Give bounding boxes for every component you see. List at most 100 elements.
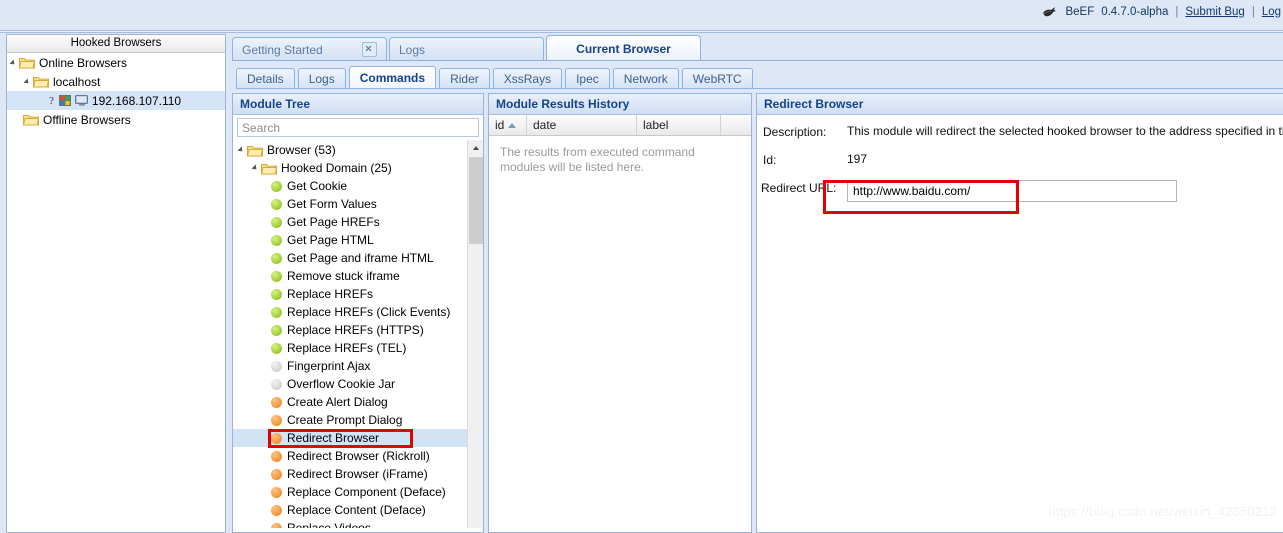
module-detail-body: Description: This module will redirect t… (757, 115, 1283, 202)
module-item-label: Replace HREFs (Click Events) (287, 305, 451, 319)
module-item-redirect-browser-iframe[interactable]: Redirect Browser (iFrame) (233, 465, 483, 483)
tab-webrtc[interactable]: WebRTC (681, 68, 753, 89)
detail-row-redirect-url: Redirect URL: (761, 180, 1283, 202)
module-item-create-alert-dialog[interactable]: Create Alert Dialog (233, 393, 483, 411)
expand-arrow-icon[interactable] (23, 77, 31, 86)
module-item-label: Overflow Cookie Jar (287, 377, 396, 391)
module-group-browser[interactable]: Browser (53) (233, 141, 483, 159)
module-item-label: Get Page HREFs (287, 215, 380, 229)
column-header-date[interactable]: date (527, 115, 637, 135)
module-item-replace-videos[interactable]: Replace Videos (233, 519, 483, 528)
module-group-label: Hooked Domain (25) (281, 161, 392, 175)
monitor-icon (74, 94, 89, 107)
beef-application-window: BeEF 0.4.7.0-alpha | Submit Bug | Log Ho… (0, 0, 1283, 533)
beef-logo-icon (1041, 4, 1058, 19)
tab-logs[interactable]: Logs (389, 37, 544, 61)
search-input[interactable] (237, 118, 479, 137)
module-item-redirect-browser-rickroll[interactable]: Redirect Browser (Rickroll) (233, 447, 483, 465)
sidebar-item-offline-browsers[interactable]: Offline Browsers (7, 110, 225, 129)
id-label: Id: (763, 153, 777, 167)
module-item-get-page-html[interactable]: Get Page HTML (233, 231, 483, 249)
status-dot-grey-icon (271, 360, 282, 372)
column-header-spacer (721, 115, 751, 135)
module-item-label: Get Form Values (287, 197, 377, 211)
status-dot-green-icon (271, 342, 282, 354)
expand-arrow-icon[interactable] (9, 58, 17, 67)
tab-label: Commands (359, 71, 426, 85)
module-item-get-page-hrefs[interactable]: Get Page HREFs (233, 213, 483, 231)
module-group-label: Browser (53) (267, 143, 336, 157)
module-item-fingerprint-ajax[interactable]: Fingerprint Ajax (233, 357, 483, 375)
module-group-hooked-domain[interactable]: Hooked Domain (25) (233, 159, 483, 177)
sort-ascending-icon (508, 122, 517, 128)
primary-tab-underline (232, 60, 1283, 61)
sidebar-item-localhost[interactable]: localhost (7, 72, 225, 91)
sidebar-item-online-browsers[interactable]: Online Browsers (7, 53, 225, 72)
tab-ipec[interactable]: Ipec (565, 68, 610, 89)
tab-label: Current Browser (576, 41, 671, 56)
module-tree-title: Module Tree (233, 94, 483, 115)
module-search-container (233, 115, 483, 140)
tab-label: WebRTC (692, 72, 742, 86)
tab-label: Logs (399, 42, 426, 57)
tab-logs-inner[interactable]: Logs (297, 68, 346, 89)
module-item-replace-hrefs-click-events[interactable]: Replace HREFs (Click Events) (233, 303, 483, 321)
module-item-replace-component-deface[interactable]: Replace Component (Deface) (233, 483, 483, 501)
module-item-overflow-cookie-jar[interactable]: Overflow Cookie Jar (233, 375, 483, 393)
column-label: date (533, 118, 557, 132)
module-tree-scrollbar[interactable] (467, 140, 483, 528)
tab-current-browser[interactable]: Current Browser (546, 35, 701, 61)
results-grid-header: id date label (489, 115, 751, 136)
status-dot-green-icon (271, 252, 282, 264)
module-item-label: Create Prompt Dialog (287, 413, 403, 427)
module-item-replace-hrefs-https[interactable]: Replace HREFs (HTTPS) (233, 321, 483, 339)
module-item-get-form-values[interactable]: Get Form Values (233, 195, 483, 213)
column-header-label[interactable]: label (637, 115, 721, 135)
module-item-redirect-browser[interactable]: Redirect Browser (233, 429, 483, 447)
close-icon[interactable] (362, 42, 377, 57)
chevron-up-icon[interactable] (468, 140, 483, 156)
unknown-browser-icon: ? (49, 94, 54, 107)
module-item-remove-stuck-iframe[interactable]: Remove stuck iframe (233, 267, 483, 285)
module-item-get-cookie[interactable]: Get Cookie (233, 177, 483, 195)
tab-rider[interactable]: Rider (439, 68, 490, 89)
column-label: label (643, 118, 669, 132)
module-item-label: Replace Videos (287, 521, 371, 528)
tab-label: Network (623, 72, 668, 86)
folder-icon (261, 162, 277, 175)
tab-label: Details (247, 72, 284, 86)
header-divider (0, 30, 1283, 33)
tab-xssrays[interactable]: XssRays (492, 68, 563, 89)
expand-arrow-icon[interactable] (251, 164, 259, 172)
header-separator-2: | (1251, 5, 1255, 18)
logout-link[interactable]: Log (1262, 6, 1281, 18)
column-header-id[interactable]: id (489, 115, 527, 135)
module-item-replace-hrefs-tel[interactable]: Replace HREFs (TEL) (233, 339, 483, 357)
module-item-replace-content-deface[interactable]: Replace Content (Deface) (233, 501, 483, 519)
status-dot-orange-icon (271, 450, 282, 462)
tab-network[interactable]: Network (612, 68, 679, 89)
module-item-create-prompt-dialog[interactable]: Create Prompt Dialog (233, 411, 483, 429)
folder-icon (247, 144, 263, 157)
module-item-label: Get Cookie (287, 179, 348, 193)
module-item-label: Get Page and iframe HTML (287, 251, 434, 265)
status-dot-orange-icon (271, 504, 282, 516)
tab-label: XssRays (503, 72, 552, 86)
tab-commands[interactable]: Commands (348, 66, 437, 89)
redirect-url-input[interactable] (847, 180, 1177, 202)
module-item-label: Replace Component (Deface) (287, 485, 446, 499)
primary-tab-bar: Getting Started Logs Current Browser (232, 34, 701, 61)
tab-getting-started[interactable]: Getting Started (232, 37, 387, 61)
sidebar-item-hooked-browser-192-168-107-110[interactable]: ? 192.168.107.110 (7, 91, 225, 110)
module-item-replace-hrefs[interactable]: Replace HREFs (233, 285, 483, 303)
results-history-title: Module Results History (489, 94, 751, 115)
expand-arrow-icon[interactable] (237, 146, 245, 154)
module-item-get-page-and-iframe-html[interactable]: Get Page and iframe HTML (233, 249, 483, 267)
status-dot-orange-icon (271, 486, 282, 498)
sidebar-item-label: 192.168.107.110 (91, 93, 182, 108)
scrollbar-thumb[interactable] (469, 157, 483, 244)
redirect-url-label: Redirect URL: (761, 181, 837, 195)
tab-details[interactable]: Details (236, 68, 295, 89)
submit-bug-link[interactable]: Submit Bug (1185, 6, 1244, 18)
sidebar-item-label: Online Browsers (39, 55, 128, 70)
